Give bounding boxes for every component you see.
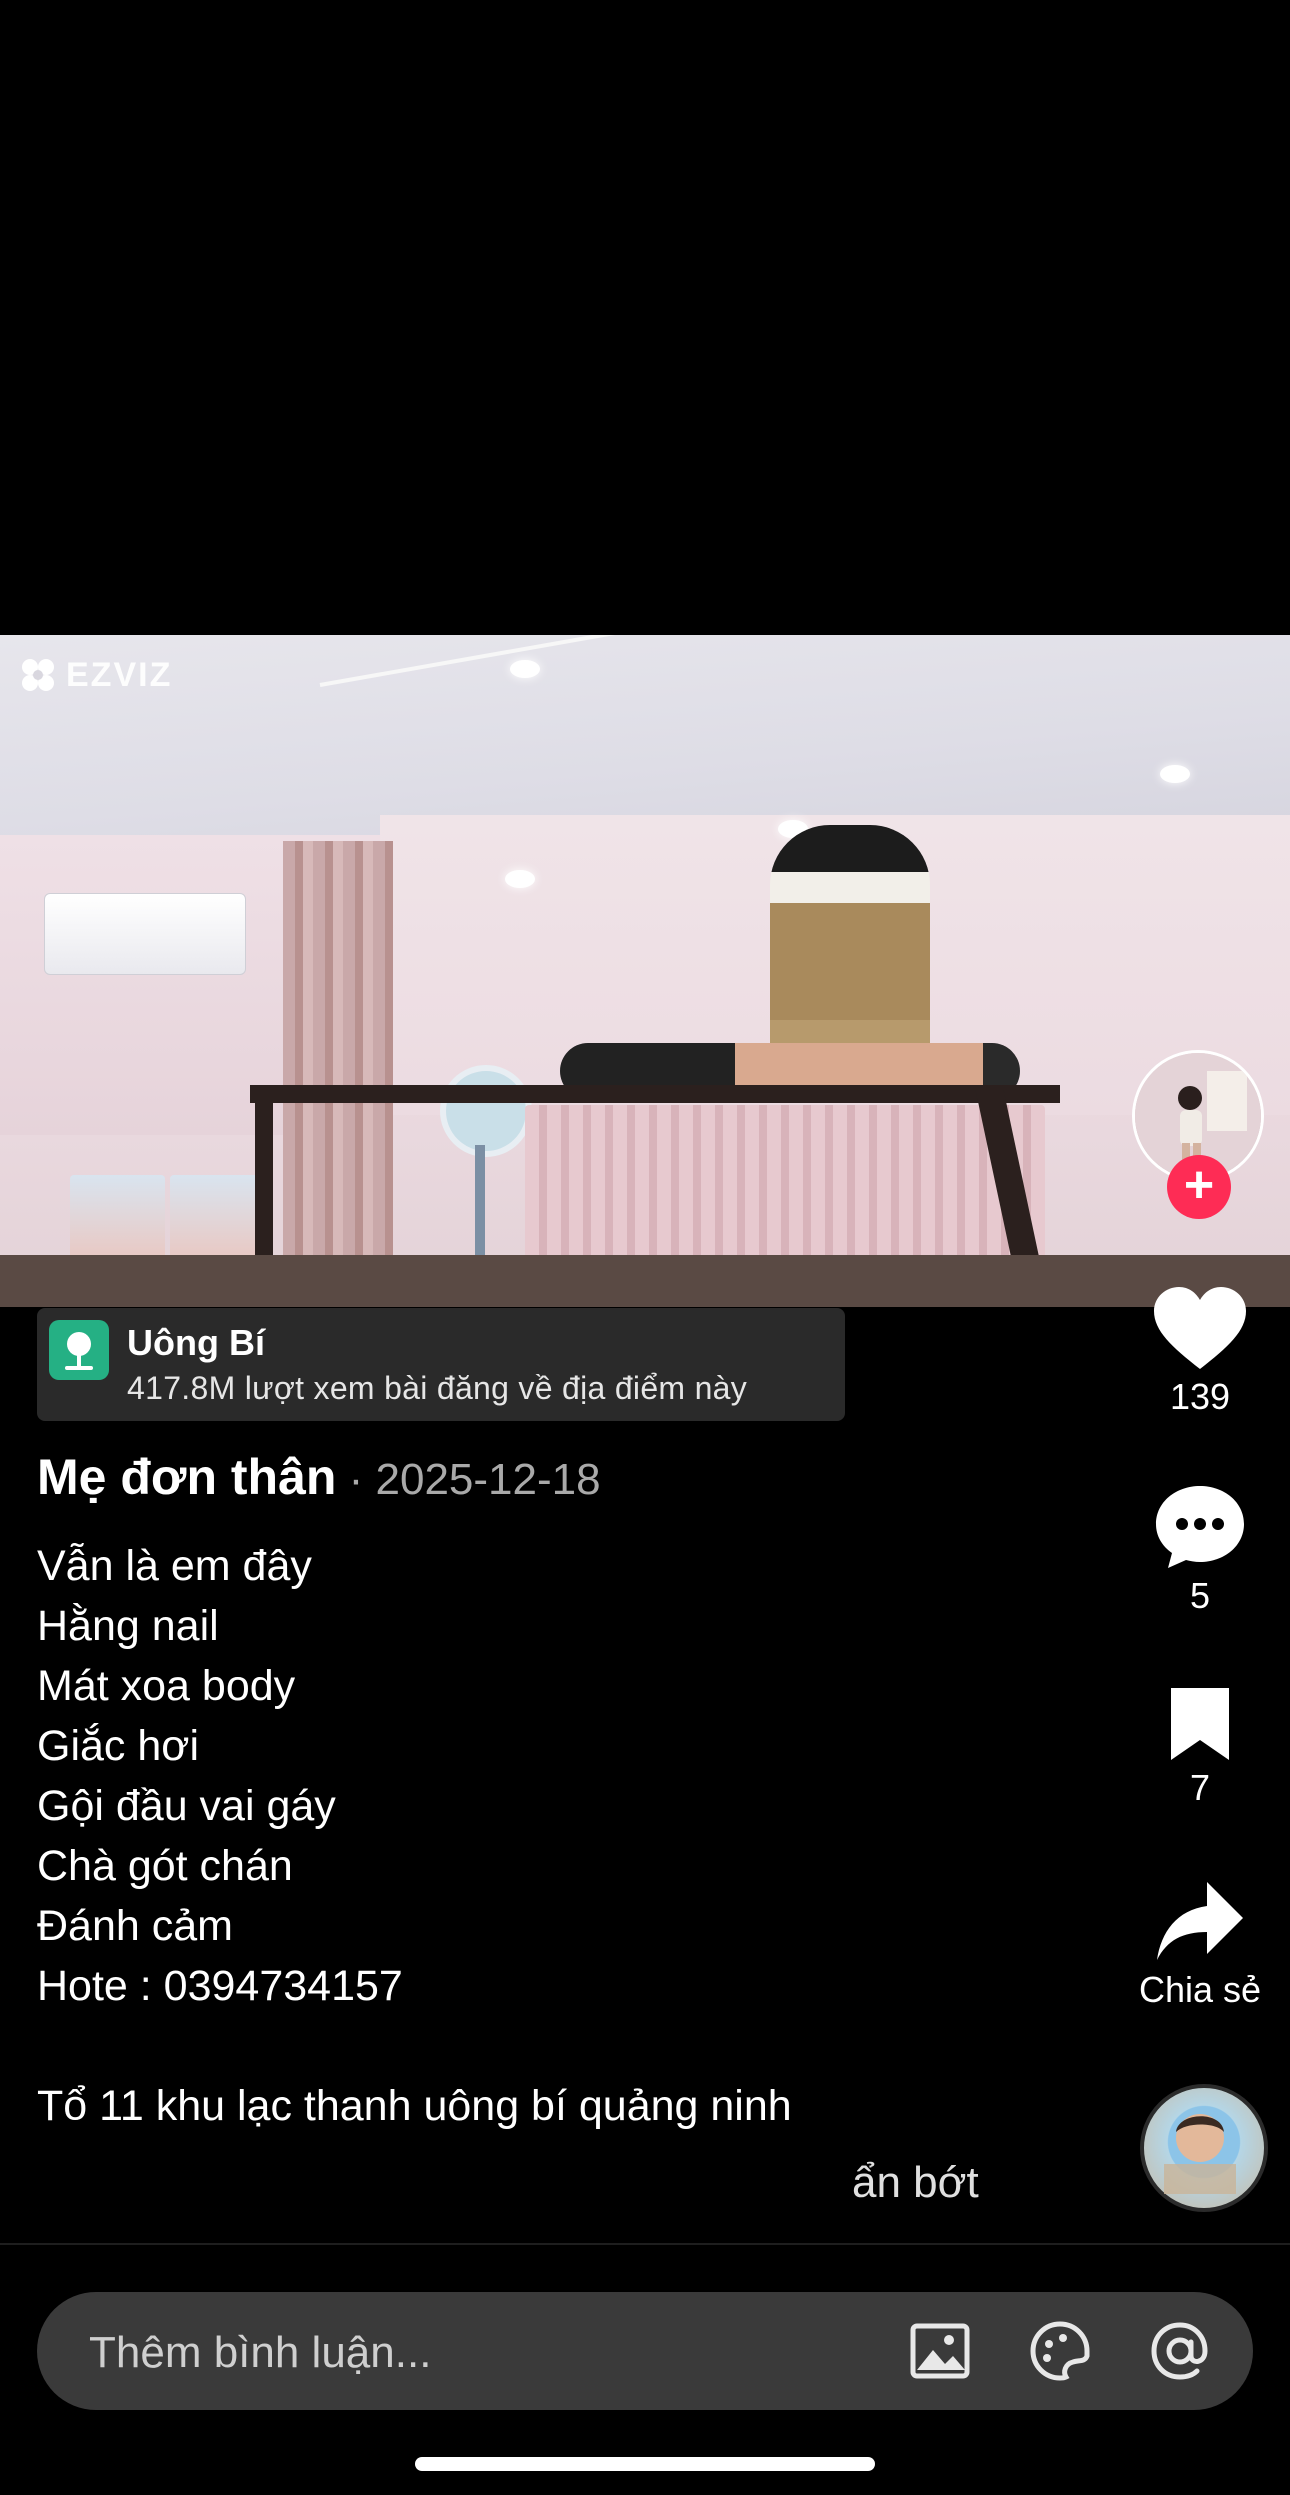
video-scene-light [510, 660, 540, 678]
video-player[interactable]: EZVIZ [0, 635, 1290, 1307]
caption-line: Mát xoa body [37, 1662, 296, 1710]
comment-icon [1156, 1486, 1244, 1568]
comment-button[interactable]: 5 [1120, 1484, 1280, 1617]
author-name[interactable]: Mẹ đơn thân [37, 1449, 336, 1505]
music-disc[interactable] [1140, 2084, 1268, 2212]
post-date: · 2025-12-18 [336, 1455, 601, 1504]
location-tag[interactable]: Uông Bí 417.8M lượt xem bài đăng về địa … [37, 1308, 845, 1421]
follow-plus-button[interactable]: + [1167, 1155, 1231, 1219]
bookmark-count: 7 [1189, 1767, 1211, 1808]
ezviz-watermark: EZVIZ [18, 655, 173, 694]
video-scene-light [505, 870, 535, 888]
bookmark-icon [1171, 1688, 1229, 1760]
mention-icon[interactable] [1149, 2320, 1211, 2382]
heart-icon [1154, 1287, 1246, 1369]
caption-line: Giắc hơi [37, 1722, 200, 1770]
caption-line: Hote : 0394734157 [37, 1962, 403, 2010]
ezviz-logo-icon [22, 659, 54, 691]
post-caption: Vẫn là em đây Hằng nail Mát xoa body Giắ… [37, 1536, 1067, 2136]
post-meta: Mẹ đơn thân · 2025-12-18 [37, 1448, 601, 1506]
share-label: Chia sẻ [1138, 1969, 1262, 2010]
video-scene-ceiling [0, 635, 1290, 835]
share-button[interactable]: Chia sẻ [1120, 1880, 1280, 2011]
video-scene-fan [440, 1065, 532, 1157]
music-cover-image [1164, 2114, 1236, 2194]
video-scene-floor [0, 1255, 1290, 1307]
bookmark-button[interactable]: 7 [1120, 1686, 1280, 1809]
video-scene-fan-stand [475, 1145, 485, 1265]
video-scene-light [1160, 765, 1190, 783]
image-icon[interactable] [909, 2320, 971, 2382]
video-scene-frame [250, 1085, 1060, 1103]
divider [0, 2243, 1290, 2245]
caption-line: Vẫn là em đây [37, 1542, 312, 1590]
caption-line: Gội đầu vai gáy [37, 1782, 336, 1830]
comment-count: 5 [1189, 1575, 1211, 1616]
caption-address: Tổ 11 khu lạc thanh uông bí quảng ninh [37, 2082, 792, 2130]
video-scene-curtain [283, 841, 393, 1307]
sticker-icon[interactable] [1029, 2320, 1091, 2382]
share-arrow-icon [1157, 1882, 1243, 1960]
comment-input-placeholder[interactable]: Thêm bình luận... [89, 2328, 431, 2378]
home-indicator [415, 2457, 875, 2471]
caption-line: Đánh cảm [37, 1902, 233, 1950]
location-pin-icon [49, 1320, 109, 1380]
comment-input-bar[interactable]: Thêm bình luận... [37, 2292, 1253, 2410]
collapse-caption-link[interactable]: ẩn bớt [852, 2158, 979, 2208]
video-scene-massage-bed [525, 1105, 1045, 1275]
like-button[interactable]: 139 [1120, 1285, 1280, 1418]
like-count: 139 [1169, 1376, 1231, 1417]
ezviz-watermark-text: EZVIZ [66, 655, 173, 694]
video-scene-air-conditioner [44, 893, 246, 975]
caption-line: Hằng nail [37, 1602, 219, 1650]
location-views: 417.8M lượt xem bài đăng về địa điểm này [127, 1370, 748, 1406]
caption-line: Chà gót chán [37, 1842, 293, 1890]
location-name: Uông Bí [127, 1322, 265, 1363]
